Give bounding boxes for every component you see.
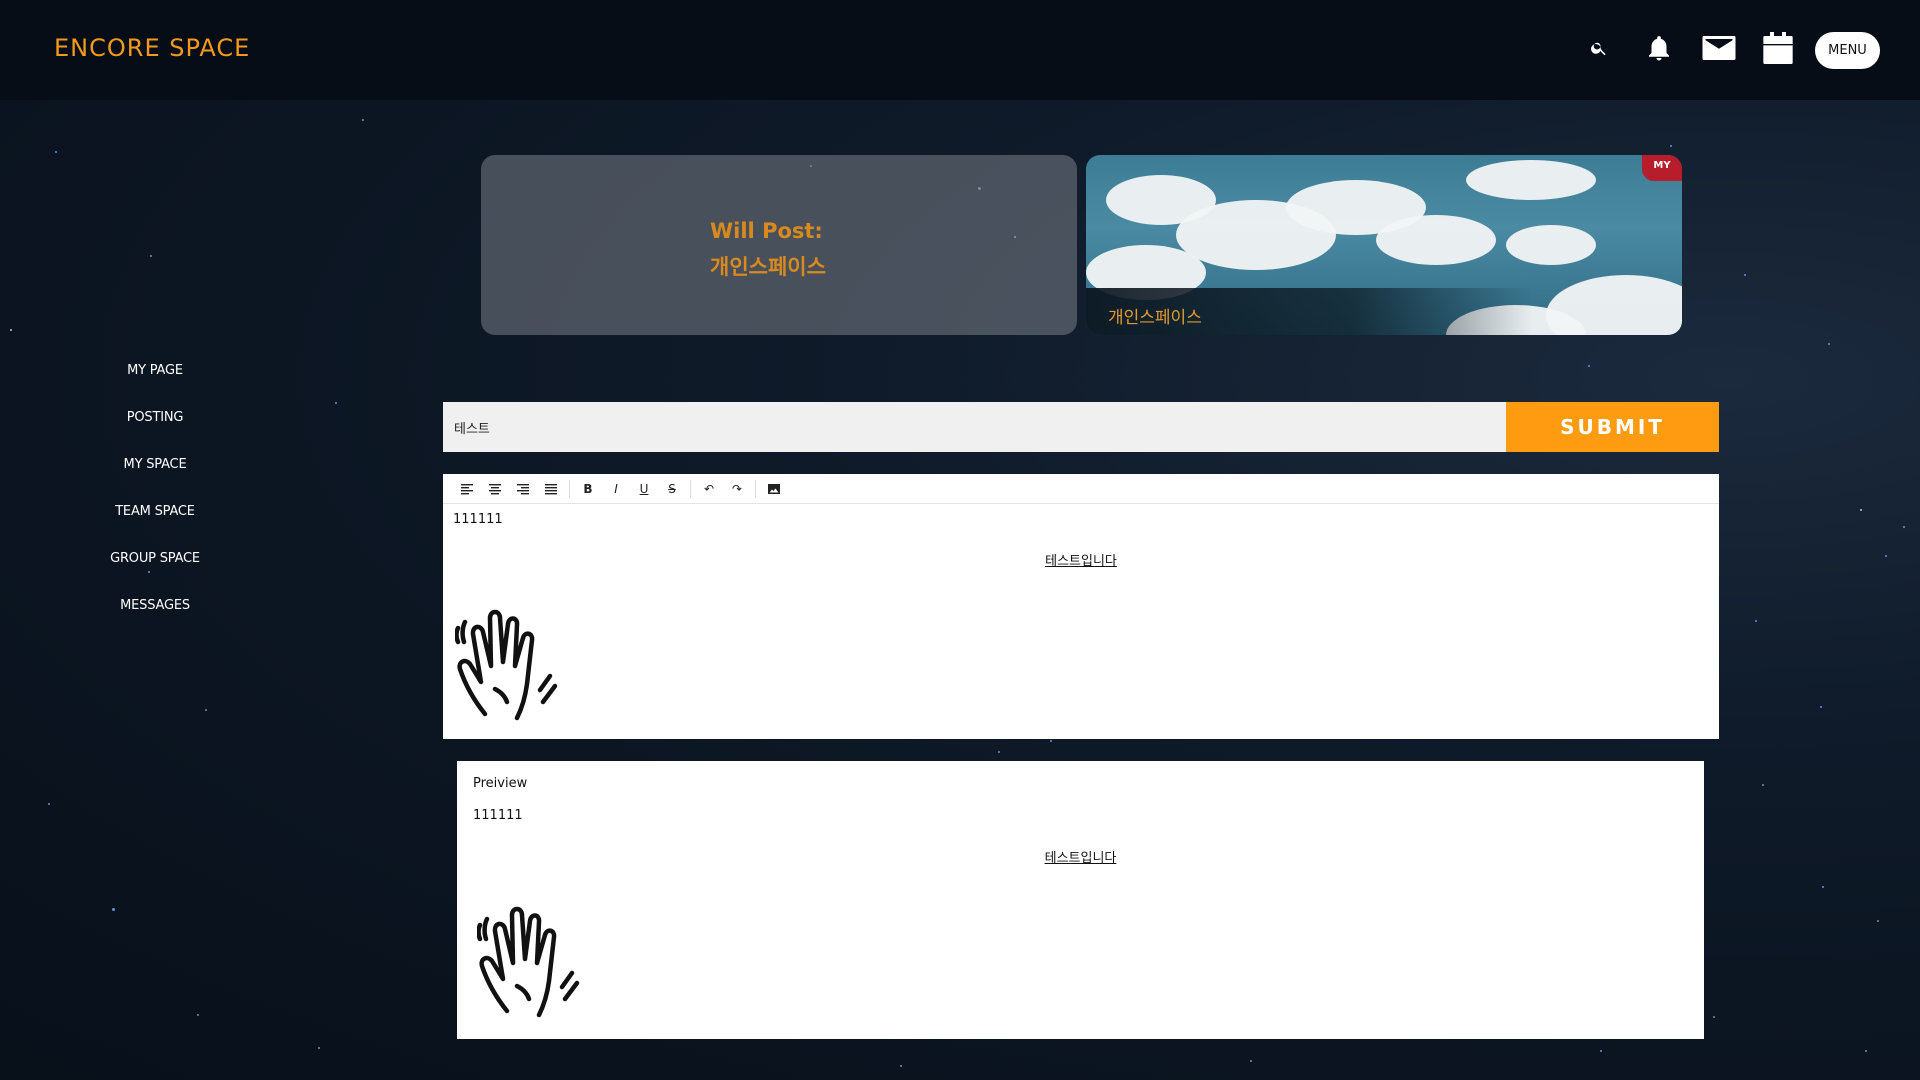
undo-icon[interactable]: ↶ [695,477,723,501]
editor-text-line: 111111 [453,512,503,527]
rich-text-editor[interactable]: B I U S ↶ ↷ 111111 테스트입니다 [443,474,1719,739]
space-card[interactable]: 개인스페이스 MY [1086,155,1682,335]
editor-toolbar: B I U S ↶ ↷ [443,474,1719,504]
editor-centered-text: 테스트입니다 [1045,554,1117,569]
sidebar-item-team-space[interactable]: TEAM SPACE [0,497,310,544]
strike-icon[interactable]: S [658,477,686,501]
bold-icon[interactable]: B [574,477,602,501]
my-badge: MY [1642,155,1682,181]
will-post-text: Will Post: 개인스페이스 [710,213,826,285]
will-post-card: Will Post: 개인스페이스 [481,155,1077,335]
calendar-icon[interactable] [1760,30,1796,66]
preview-panel: Preiview 111111 테스트입니다 [457,761,1704,1039]
will-post-space-name: 개인스페이스 [710,255,826,279]
align-left-icon[interactable] [453,477,481,501]
underline-icon[interactable]: U [630,477,658,501]
sidebar-item-my-space[interactable]: MY SPACE [0,450,310,497]
sidebar-item-my-page[interactable]: MY PAGE [0,356,310,403]
image-icon[interactable] [760,477,788,501]
space-card-name: 개인스페이스 [1108,308,1202,328]
menu-button[interactable]: MENU [1815,32,1880,69]
top-navigation-bar: ENCORE SPACE MENU [0,0,1920,100]
align-right-icon[interactable] [509,477,537,501]
search-icon[interactable] [1581,30,1617,66]
preview-text-line: 111111 [473,808,523,823]
post-title-input[interactable] [443,402,1506,452]
submit-button[interactable]: SUBMIT [1506,402,1719,452]
waving-hand-icon [477,906,580,1018]
sidebar-nav: MY PAGE POSTING MY SPACE TEAM SPACE GROU… [0,356,310,638]
sidebar-item-messages[interactable]: MESSAGES [0,591,310,638]
sidebar-item-posting[interactable]: POSTING [0,403,310,450]
bell-icon[interactable] [1641,30,1677,66]
sidebar-item-group-space[interactable]: GROUP SPACE [0,544,310,591]
redo-icon[interactable]: ↷ [723,477,751,501]
mail-icon[interactable] [1701,30,1737,66]
align-justify-icon[interactable] [537,477,565,501]
preview-label: Preiview [473,776,528,791]
brand-logo[interactable]: ENCORE SPACE [54,34,250,62]
preview-centered-text: 테스트입니다 [1044,851,1117,866]
waving-hand-icon [455,609,558,721]
italic-icon[interactable]: I [602,477,630,501]
will-post-label: Will Post: [710,219,823,243]
align-center-icon[interactable] [481,477,509,501]
